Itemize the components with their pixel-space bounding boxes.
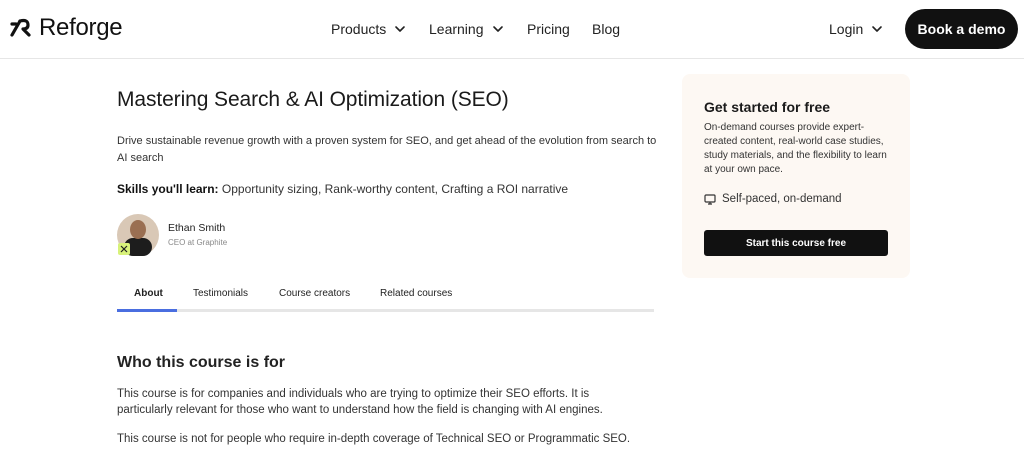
nav-pricing[interactable]: Pricing bbox=[527, 20, 570, 38]
course-skills: Skills you'll learn: Opportunity sizing,… bbox=[117, 182, 568, 196]
tab-course-creators[interactable]: Course creators bbox=[279, 288, 350, 299]
course-tabs: About Testimonials Course creators Relat… bbox=[117, 280, 654, 312]
chevron-down-icon bbox=[395, 26, 406, 32]
tab-related-courses[interactable]: Related courses bbox=[380, 288, 452, 299]
card-feature: Self-paced, on-demand bbox=[704, 193, 842, 205]
nav-pricing-label: Pricing bbox=[527, 21, 570, 37]
avatar bbox=[117, 214, 159, 256]
main-nav: Products Learning Pricing Blog Login bbox=[0, 20, 1024, 38]
nav-login[interactable]: Login bbox=[829, 20, 883, 38]
monitor-icon bbox=[704, 193, 716, 205]
tab-testimonials[interactable]: Testimonials bbox=[193, 288, 248, 299]
card-feature-label: Self-paced, on-demand bbox=[722, 193, 842, 205]
site-header: Reforge Products Learning Pricing Blog L… bbox=[0, 0, 1024, 59]
author-role: CEO at Graphite bbox=[168, 237, 228, 247]
card-title: Get started for free bbox=[704, 99, 831, 115]
nav-products-label: Products bbox=[331, 21, 387, 37]
start-course-button[interactable]: Start this course free bbox=[704, 230, 888, 256]
active-tab-indicator bbox=[117, 309, 177, 312]
audience-paragraph: This course is for companies and individ… bbox=[117, 388, 603, 416]
nav-blog-label: Blog bbox=[592, 21, 621, 37]
course-description: Drive sustainable revenue growth with a … bbox=[117, 135, 657, 164]
company-badge-icon bbox=[118, 243, 130, 255]
tab-about[interactable]: About bbox=[134, 288, 163, 299]
author-name: Ethan Smith bbox=[168, 221, 226, 234]
section-heading: Who this course is for bbox=[117, 354, 286, 371]
skills-list: Opportunity sizing, Rank-worthy content,… bbox=[221, 182, 569, 196]
nav-products[interactable]: Products bbox=[331, 20, 406, 38]
get-started-card: Get started for free On-demand courses p… bbox=[682, 74, 910, 278]
chevron-down-icon bbox=[492, 26, 503, 32]
nav-learning-label: Learning bbox=[429, 21, 484, 37]
skills-label: Skills you'll learn: bbox=[117, 182, 219, 196]
course-author[interactable]: Ethan Smith CEO at Graphite bbox=[117, 214, 227, 256]
chevron-down-icon bbox=[872, 26, 883, 32]
exclusion-paragraph: This course is not for people who requir… bbox=[117, 433, 631, 445]
book-demo-button[interactable]: Book a demo bbox=[905, 9, 1018, 49]
nav-login-label: Login bbox=[829, 21, 864, 37]
nav-blog[interactable]: Blog bbox=[592, 20, 620, 38]
nav-learning[interactable]: Learning bbox=[429, 20, 504, 38]
card-body: On-demand courses provide expert-created… bbox=[704, 122, 887, 175]
course-title: Mastering Search & AI Optimization (SEO) bbox=[117, 88, 509, 111]
